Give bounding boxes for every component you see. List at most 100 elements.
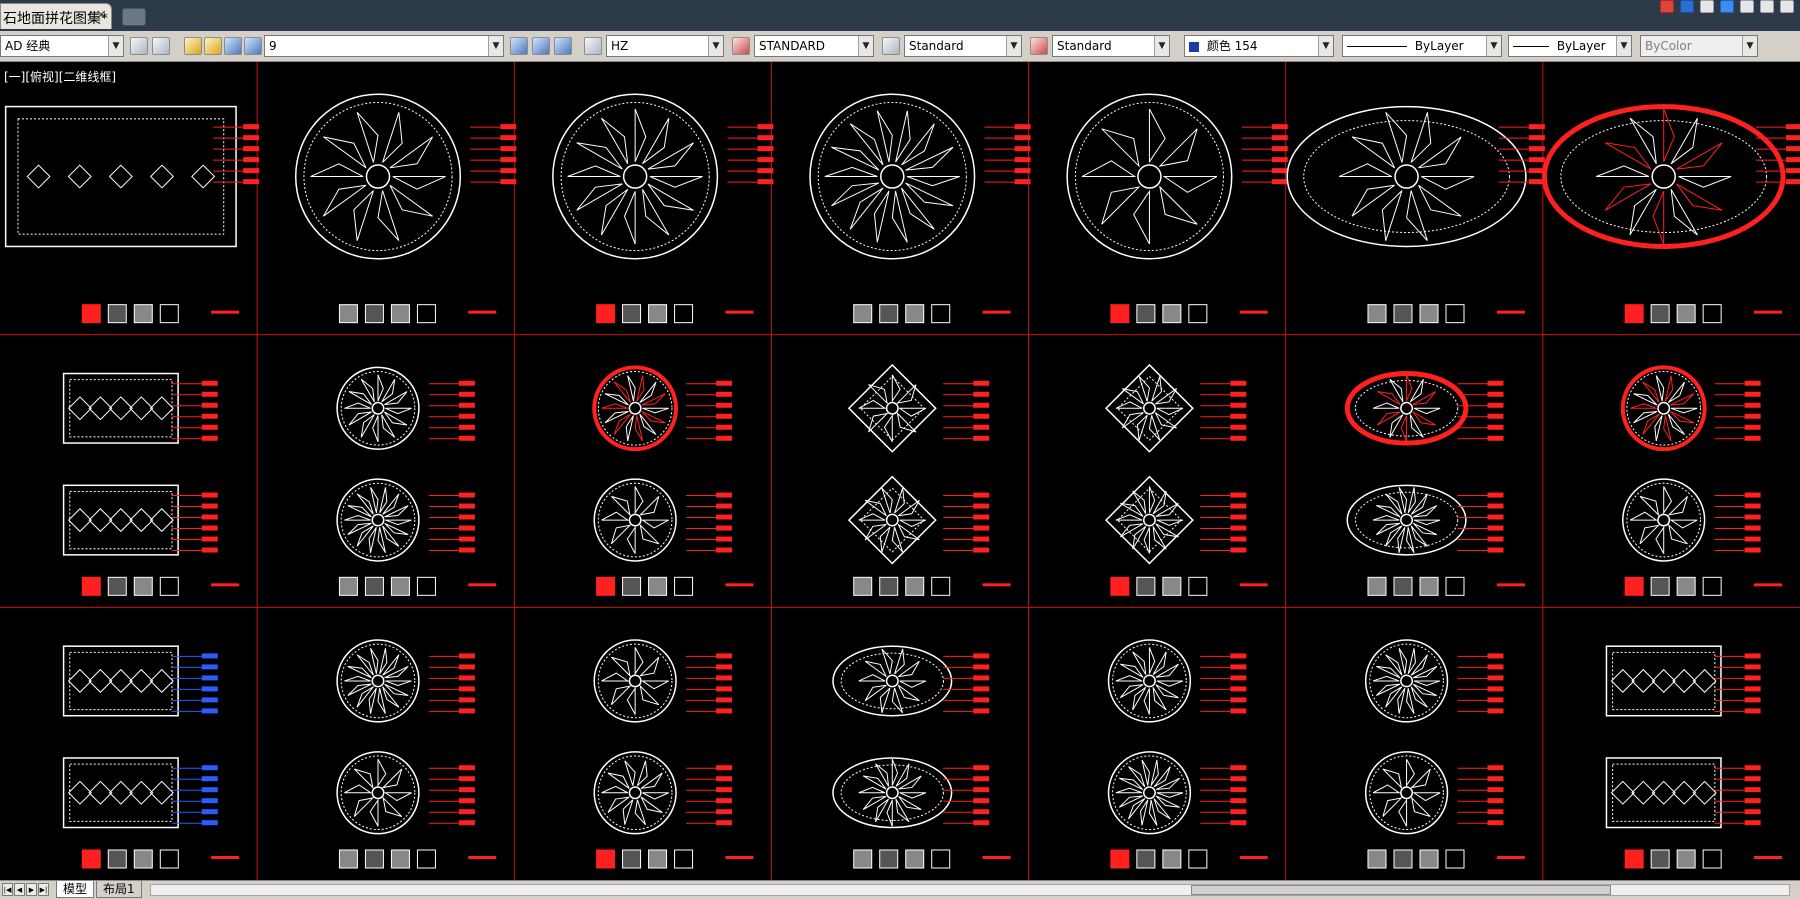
dimension-style-icon[interactable] xyxy=(732,37,750,55)
leader-tag xyxy=(458,820,475,826)
leader-tag xyxy=(973,547,990,553)
material-swatch xyxy=(674,576,694,596)
workspace-save-icon[interactable] xyxy=(152,37,170,55)
pattern-tile xyxy=(149,508,174,533)
pattern-petal xyxy=(381,414,396,438)
layer-state-icon[interactable] xyxy=(204,37,222,55)
drawing-canvas[interactable]: [一][俯视][二维线框] xyxy=(0,62,1800,880)
pattern-petal xyxy=(348,411,372,426)
pattern-petal xyxy=(607,772,630,789)
material-swatch xyxy=(1676,304,1696,324)
leader-tag xyxy=(716,435,733,441)
toolbox-icon[interactable] xyxy=(1780,0,1794,13)
material-swatch xyxy=(853,576,873,596)
pattern-petal xyxy=(1389,378,1404,403)
sogou-icon[interactable] xyxy=(1660,0,1674,13)
first-tab-icon[interactable]: |◀ xyxy=(2,883,13,896)
multileader-style-select[interactable]: Standard ▼ xyxy=(1052,35,1170,57)
leader-tag xyxy=(1230,402,1247,408)
material-swatch xyxy=(133,849,153,869)
pattern-petal xyxy=(1639,524,1661,545)
layer-lock-icon[interactable] xyxy=(224,37,242,55)
material-swatch xyxy=(338,304,358,324)
skin-icon[interactable] xyxy=(1760,0,1774,13)
multileader-style-icon[interactable] xyxy=(1030,37,1048,55)
prev-tab-icon[interactable]: ◀ xyxy=(14,883,25,896)
chevron-down-icon: ▼ xyxy=(488,36,503,56)
material-swatch xyxy=(853,849,873,869)
material-swatch xyxy=(1650,849,1670,869)
text-style-icon[interactable] xyxy=(584,37,602,55)
leader-tag xyxy=(1230,424,1247,430)
workspace-select[interactable]: AD 经典 ▼ xyxy=(0,35,124,57)
scrollbar-thumb[interactable] xyxy=(1191,885,1611,895)
pattern-petal xyxy=(640,680,669,690)
pattern-border xyxy=(69,490,173,550)
microphone-icon[interactable] xyxy=(1720,0,1734,13)
material-swatch xyxy=(622,576,642,596)
pattern-border xyxy=(17,118,225,235)
pattern-petal xyxy=(623,191,636,245)
dimension-style-value: STANDARD xyxy=(759,39,826,53)
next-tab-icon[interactable]: ▶ xyxy=(26,883,37,896)
leader-tag xyxy=(1744,765,1761,771)
pattern-petal xyxy=(899,792,927,799)
pattern-petal xyxy=(639,684,660,706)
last-tab-icon[interactable]: ▶| xyxy=(38,883,49,896)
pattern-petal xyxy=(1385,112,1408,163)
dimension-style-select[interactable]: STANDARD ▼ xyxy=(754,35,874,57)
leader-tag xyxy=(716,787,733,793)
pattern-petal xyxy=(1351,184,1395,217)
pattern-petal xyxy=(1406,190,1428,242)
pattern-petal xyxy=(1115,401,1143,409)
input-mode-icon[interactable] xyxy=(1680,0,1694,13)
keyboard-icon[interactable] xyxy=(1740,0,1754,13)
layer-properties-icon[interactable] xyxy=(184,37,202,55)
workspace-settings-icon[interactable] xyxy=(130,37,148,55)
leader-tag xyxy=(1487,765,1504,771)
leader-tag xyxy=(1230,435,1247,441)
pattern-petal xyxy=(607,796,630,813)
layer-select[interactable]: 9 ▼ xyxy=(264,35,504,57)
chevron-down-icon: ▼ xyxy=(108,36,123,56)
tab-layout1[interactable]: 布局1 xyxy=(96,881,142,898)
leader-tag xyxy=(1744,536,1761,542)
document-tab[interactable]: 石地面拼花图集* × xyxy=(0,3,112,29)
pattern-petal xyxy=(1630,403,1657,409)
punctuation-icon[interactable] xyxy=(1700,0,1714,13)
leader-tag xyxy=(243,135,260,141)
color-select[interactable]: 颜色 154 ▼ xyxy=(1184,35,1334,57)
pattern-petal xyxy=(1377,391,1401,406)
pattern-petal xyxy=(879,526,891,553)
viewport-label[interactable]: [一][俯视][二维线框] xyxy=(4,68,116,85)
plotstyle-select[interactable]: ByColor ▼ xyxy=(1640,35,1758,57)
pattern-petal xyxy=(868,384,888,405)
leader-tag xyxy=(201,697,218,703)
pattern-petal xyxy=(1119,523,1144,538)
table-style-select[interactable]: Standard ▼ xyxy=(904,35,1022,57)
pattern-petal xyxy=(873,190,890,243)
text-style-select[interactable]: HZ ▼ xyxy=(606,35,724,57)
tab-close-icon[interactable]: × xyxy=(95,7,107,23)
leader-tag xyxy=(201,765,218,771)
material-swatch xyxy=(159,304,179,324)
tab-model[interactable]: 模型 xyxy=(56,881,95,898)
leader-tag xyxy=(1744,391,1761,397)
make-current-layer-icon[interactable] xyxy=(510,37,528,55)
color-value: 颜色 154 xyxy=(1206,39,1258,53)
new-tab-button[interactable] xyxy=(122,8,146,26)
horizontal-scrollbar[interactable] xyxy=(150,884,1790,896)
layer-previous-icon[interactable] xyxy=(532,37,550,55)
pattern-petal xyxy=(1154,412,1177,429)
cell-label xyxy=(1754,583,1782,587)
pattern-center xyxy=(628,401,642,415)
lineweight-select[interactable]: ByLayer ▼ xyxy=(1508,35,1632,57)
plotstyle-value: ByColor xyxy=(1645,39,1692,53)
pattern-center xyxy=(371,786,385,800)
layer-match-icon[interactable] xyxy=(554,37,572,55)
pattern-petal xyxy=(879,687,891,714)
linetype-select[interactable]: ByLayer ▼ xyxy=(1342,35,1502,57)
pattern-tile xyxy=(108,164,133,189)
layer-color-icon[interactable] xyxy=(244,37,262,55)
table-style-icon[interactable] xyxy=(882,37,900,55)
